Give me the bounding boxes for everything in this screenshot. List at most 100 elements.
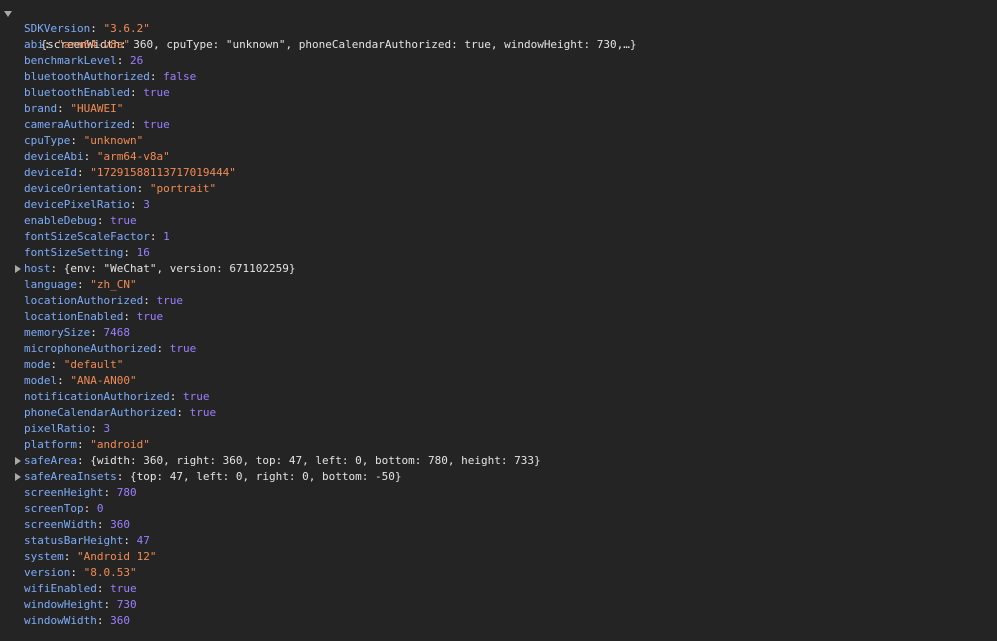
property-value: 0 — [96, 502, 104, 515]
property-key: locationEnabled — [24, 310, 124, 323]
property-key: bluetoothEnabled — [24, 86, 130, 99]
colon-separator: : — [76, 438, 91, 451]
property-key: screenTop — [24, 502, 84, 515]
property-key: deviceId — [24, 166, 77, 179]
property-row-host[interactable]: host: {env: "WeChat", version: 671102259… — [0, 261, 997, 277]
property-key: system — [24, 550, 64, 563]
colon-separator: : — [63, 550, 77, 563]
property-row-safeArea[interactable]: safeArea: {width: 360, right: 360, top: … — [0, 453, 997, 469]
property-value: "arm64-v8a" — [96, 150, 170, 163]
property-value: true — [156, 294, 183, 307]
property-key: bluetoothAuthorized — [24, 70, 150, 83]
console-panel: {screenWidth: 360, cpuType: "unknown", p… — [0, 0, 997, 641]
colon-separator: : — [169, 390, 183, 403]
collapse-triangle-icon[interactable] — [15, 473, 21, 481]
property-key: pixelRatio — [24, 422, 91, 435]
property-value: true — [189, 406, 217, 419]
property-row-cpuType: cpuType: "unknown" — [0, 133, 997, 149]
property-row-phoneCalendarAuthorized: phoneCalendarAuthorized: true — [0, 405, 997, 421]
collapse-triangle-icon[interactable] — [15, 457, 21, 465]
property-row-system: system: "Android 12" — [0, 549, 997, 565]
colon-separator: : — [136, 182, 150, 195]
property-value: true — [169, 342, 197, 355]
colon-separator: : — [43, 38, 58, 51]
property-row-language: language: "zh_CN" — [0, 277, 997, 293]
property-value: {top: 47, left: 0, right: 0, bottom: -50… — [129, 470, 402, 483]
property-row-windowWidth: windowWidth: 360 — [0, 613, 997, 629]
property-value: "3.6.2" — [103, 22, 150, 35]
property-row-bluetoothEnabled: bluetoothEnabled: true — [0, 85, 997, 101]
property-key: version — [24, 566, 71, 579]
property-row-deviceAbi: deviceAbi: "arm64-v8a" — [0, 149, 997, 165]
property-row-microphoneAuthorized: microphoneAuthorized: true — [0, 341, 997, 357]
colon-separator: : — [156, 342, 170, 355]
collapse-triangle-icon[interactable] — [15, 265, 21, 273]
property-value: 780 — [116, 486, 137, 499]
property-row-pixelRatio: pixelRatio: 3 — [0, 421, 997, 437]
property-key: fontSizeScaleFactor — [24, 230, 150, 243]
property-row-benchmarkLevel: benchmarkLevel: 26 — [0, 53, 997, 69]
colon-separator: : — [90, 22, 104, 35]
colon-separator: : — [129, 198, 144, 211]
property-value: {width: 360, right: 360, top: 47, left: … — [90, 454, 541, 467]
colon-separator: : — [57, 374, 71, 387]
property-value: "8.0.53" — [83, 566, 137, 579]
colon-separator: : — [57, 102, 71, 115]
property-value: "ANA-AN00" — [70, 374, 137, 387]
property-row-deviceOrientation: deviceOrientation: "portrait" — [0, 181, 997, 197]
property-row-model: model: "ANA-AN00" — [0, 373, 997, 389]
property-key: windowWidth — [24, 614, 97, 627]
property-row-locationEnabled: locationEnabled: true — [0, 309, 997, 325]
property-key: wifiEnabled — [24, 582, 97, 595]
property-key: abi — [24, 38, 44, 51]
property-row-windowHeight: windowHeight: 730 — [0, 597, 997, 613]
property-key: fontSizeSetting — [24, 246, 124, 259]
property-value: {env: "WeChat", version: 671102259} — [63, 262, 296, 275]
property-value: "17291588113717019444" — [90, 166, 236, 179]
property-value: "portrait" — [149, 182, 217, 195]
colon-separator: : — [123, 534, 137, 547]
colon-separator: : — [149, 230, 164, 243]
property-value: 7468 — [103, 326, 130, 339]
property-row-enableDebug: enableDebug: true — [0, 213, 997, 229]
property-row-safeAreaInsets[interactable]: safeAreaInsets: {top: 47, left: 0, right… — [0, 469, 997, 485]
colon-separator: : — [50, 262, 64, 275]
property-value: 730 — [116, 598, 137, 611]
property-row-brand: brand: "HUAWEI" — [0, 101, 997, 117]
colon-separator: : — [96, 582, 111, 595]
expand-triangle-icon[interactable] — [4, 11, 12, 17]
property-value: true — [182, 390, 210, 403]
property-row-SDKVersion: SDKVersion: "3.6.2" — [0, 21, 997, 37]
property-key: deviceOrientation — [24, 182, 137, 195]
colon-separator: : — [143, 294, 157, 307]
property-key: safeAreaInsets — [24, 470, 117, 483]
property-key: devicePixelRatio — [24, 198, 130, 211]
property-row-fontSizeScaleFactor: fontSizeScaleFactor: 1 — [0, 229, 997, 245]
property-key: microphoneAuthorized — [24, 342, 157, 355]
colon-separator: : — [123, 246, 137, 259]
property-row-screenTop: screenTop: 0 — [0, 501, 997, 517]
property-key: benchmarkLevel — [24, 54, 117, 67]
object-summary-row[interactable]: {screenWidth: 360, cpuType: "unknown", p… — [0, 5, 997, 51]
colon-separator: : — [90, 326, 104, 339]
property-value: true — [136, 310, 164, 323]
property-value: "zh_CN" — [90, 278, 137, 291]
property-row-memorySize: memorySize: 7468 — [0, 325, 997, 341]
property-key: locationAuthorized — [24, 294, 144, 307]
property-row-abi: abi: "arm64-v8a" — [0, 37, 997, 53]
property-key: brand — [24, 102, 58, 115]
colon-separator: : — [176, 406, 190, 419]
colon-separator: : — [50, 358, 64, 371]
property-key: deviceAbi — [24, 150, 84, 163]
property-key: enableDebug — [24, 214, 97, 227]
property-row-deviceId: deviceId: "17291588113717019444" — [0, 165, 997, 181]
property-key: model — [24, 374, 58, 387]
property-row-wifiEnabled: wifiEnabled: true — [0, 581, 997, 597]
property-value: "unknown" — [83, 134, 144, 147]
property-value: 47 — [136, 534, 150, 547]
property-key: screenWidth — [24, 518, 97, 531]
property-key: safeArea — [24, 454, 77, 467]
colon-separator: : — [116, 470, 130, 483]
property-row-mode: mode: "default" — [0, 357, 997, 373]
property-key: cpuType — [24, 134, 71, 147]
